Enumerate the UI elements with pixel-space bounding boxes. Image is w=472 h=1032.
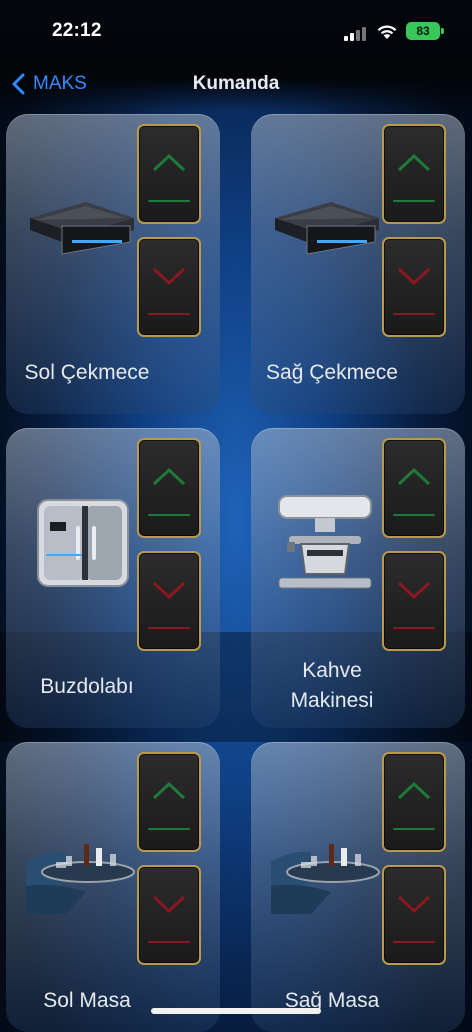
- up-button[interactable]: [137, 124, 201, 224]
- chevron-down-icon: [397, 267, 431, 286]
- down-button[interactable]: [382, 551, 446, 651]
- up-button[interactable]: [137, 752, 201, 852]
- card-label: Kahve Makinesi: [257, 656, 407, 716]
- chevron-down-icon: [152, 267, 186, 286]
- up-button[interactable]: [382, 124, 446, 224]
- home-indicator: [151, 1008, 321, 1014]
- card-sag-masa: Sağ Masa: [251, 742, 465, 1032]
- chevron-up-icon: [152, 153, 186, 172]
- status-time: 22:12: [52, 20, 102, 41]
- up-button[interactable]: [382, 438, 446, 538]
- chevron-up-icon: [397, 153, 431, 172]
- card-sol-cekmece: Sol Çekmece: [6, 114, 220, 414]
- chevron-down-icon: [152, 895, 186, 914]
- up-button[interactable]: [137, 438, 201, 538]
- card-buzdolabi: Buzdolabı: [6, 428, 220, 728]
- fridge-icon: [36, 498, 130, 593]
- card-kahve-makinesi: Kahve Makinesi: [251, 428, 465, 728]
- chevron-up-icon: [152, 781, 186, 800]
- card-sag-cekmece: Sağ Çekmece: [251, 114, 465, 414]
- coffee-machine-icon: [277, 492, 373, 597]
- card-label: Sağ Çekmece: [266, 361, 398, 384]
- down-button[interactable]: [137, 551, 201, 651]
- down-button[interactable]: [137, 865, 201, 965]
- cellular-signal-icon: [344, 25, 370, 41]
- chevron-up-icon: [397, 781, 431, 800]
- chevron-up-icon: [397, 467, 431, 486]
- chevron-down-icon: [397, 895, 431, 914]
- wifi-icon: [377, 25, 397, 39]
- card-label: Sol Masa: [43, 989, 131, 1012]
- card-label: Buzdolabı: [40, 675, 134, 698]
- down-button[interactable]: [137, 237, 201, 337]
- battery-indicator: 83: [406, 22, 444, 40]
- status-bar: 22:12 83: [0, 0, 472, 64]
- battery-level: 83: [416, 24, 430, 38]
- table-icon: [271, 842, 383, 919]
- card-sol-masa: Sol Masa: [6, 742, 220, 1032]
- card-label-line2: Makinesi: [290, 689, 374, 712]
- chevron-up-icon: [152, 467, 186, 486]
- up-button[interactable]: [382, 752, 446, 852]
- down-button[interactable]: [382, 237, 446, 337]
- chevron-down-icon: [152, 581, 186, 600]
- drawer-icon: [26, 200, 138, 261]
- table-icon: [26, 842, 138, 919]
- down-button[interactable]: [382, 865, 446, 965]
- page-title: Kumanda: [192, 73, 280, 94]
- card-label-line1: Kahve: [302, 659, 362, 682]
- drawer-icon: [271, 200, 383, 261]
- chevron-down-icon: [397, 581, 431, 600]
- nav-bar: MAKS Kumanda: [0, 64, 472, 106]
- card-label: Sol Çekmece: [24, 361, 150, 384]
